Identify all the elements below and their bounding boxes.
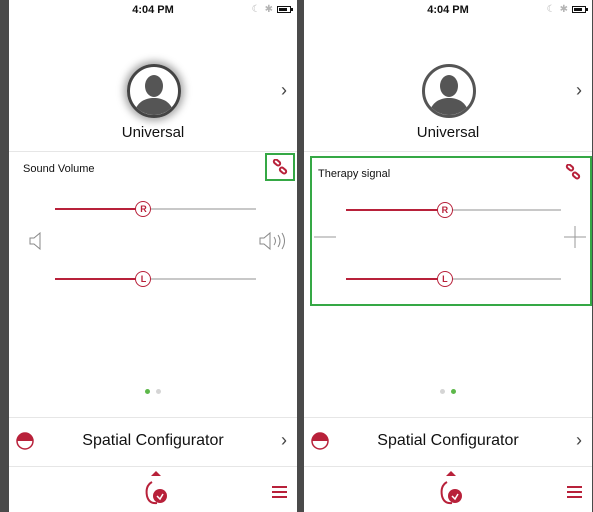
phone-screen-therapy-signal: 4:04 PM ☾ ✱ › Universal Therapy signal R… xyxy=(304,0,592,512)
profile-avatar[interactable] xyxy=(422,64,476,118)
person-silhouette-icon xyxy=(133,75,175,115)
link-button[interactable] xyxy=(265,153,295,181)
person-silhouette-icon xyxy=(428,75,470,115)
panel-title: Therapy signal xyxy=(318,168,391,180)
plus-icon[interactable] xyxy=(564,226,586,248)
sound-volume-panel: Sound Volume R L xyxy=(9,152,297,352)
profile-chevron-icon[interactable]: › xyxy=(281,80,287,101)
page-indicator[interactable] xyxy=(9,389,297,394)
profile-name: Universal xyxy=(121,124,185,141)
divider xyxy=(304,466,592,467)
speaker-low-icon[interactable] xyxy=(29,232,43,250)
battery-icon xyxy=(572,6,588,13)
moon-icon: ☾ xyxy=(251,4,261,15)
speaker-high-icon[interactable] xyxy=(259,231,291,251)
page-dot-1[interactable] xyxy=(440,389,445,394)
left-therapy-slider[interactable]: L xyxy=(346,271,561,287)
link-button[interactable] xyxy=(558,158,588,186)
bluetooth-icon: ✱ xyxy=(264,4,273,15)
app-logo-icon[interactable] xyxy=(438,470,464,506)
chain-link-icon xyxy=(272,159,288,175)
spatial-configurator-row[interactable]: Spatial Configurator › xyxy=(9,418,297,466)
chain-link-icon xyxy=(565,164,581,180)
page-dot-2[interactable] xyxy=(451,389,456,394)
bluetooth-icon: ✱ xyxy=(559,4,568,15)
slider-knob-right[interactable]: R xyxy=(135,201,152,217)
spatial-configurator-label: Spatial Configurator xyxy=(377,432,519,449)
spatial-chevron-icon: › xyxy=(281,430,287,450)
spatial-chevron-icon: › xyxy=(576,430,582,450)
spatial-configurator-label: Spatial Configurator xyxy=(82,432,224,449)
moon-icon: ☾ xyxy=(546,4,556,15)
page-indicator[interactable] xyxy=(304,389,592,394)
profile-avatar[interactable] xyxy=(127,64,181,118)
left-volume-slider[interactable]: L xyxy=(55,271,256,287)
battery-icon xyxy=(277,6,293,13)
spatial-configurator-row[interactable]: Spatial Configurator › xyxy=(304,418,592,466)
app-logo-icon[interactable] xyxy=(143,470,169,506)
minus-icon[interactable] xyxy=(314,235,336,239)
page-dot-2[interactable] xyxy=(156,389,161,394)
status-bar: 4:04 PM ☾ ✱ xyxy=(9,0,297,22)
profile-chevron-icon[interactable]: › xyxy=(576,80,582,101)
slider-knob-left[interactable]: L xyxy=(436,271,453,287)
divider xyxy=(9,466,297,467)
phone-screen-sound-volume: 4:04 PM ☾ ✱ › Universal Sound Volume R L… xyxy=(9,0,297,512)
divider xyxy=(304,151,592,152)
hamburger-menu-icon[interactable] xyxy=(567,486,582,501)
slider-knob-left[interactable]: L xyxy=(135,271,152,287)
panel-title: Sound Volume xyxy=(23,163,95,175)
right-therapy-slider[interactable]: R xyxy=(346,202,561,218)
hamburger-menu-icon[interactable] xyxy=(272,486,287,501)
profile-name: Universal xyxy=(416,124,480,141)
slider-knob-right[interactable]: R xyxy=(436,202,453,218)
status-bar: 4:04 PM ☾ ✱ xyxy=(304,0,592,22)
right-volume-slider[interactable]: R xyxy=(55,201,256,217)
page-dot-1[interactable] xyxy=(145,389,150,394)
therapy-signal-panel: Therapy signal R L xyxy=(310,156,592,306)
